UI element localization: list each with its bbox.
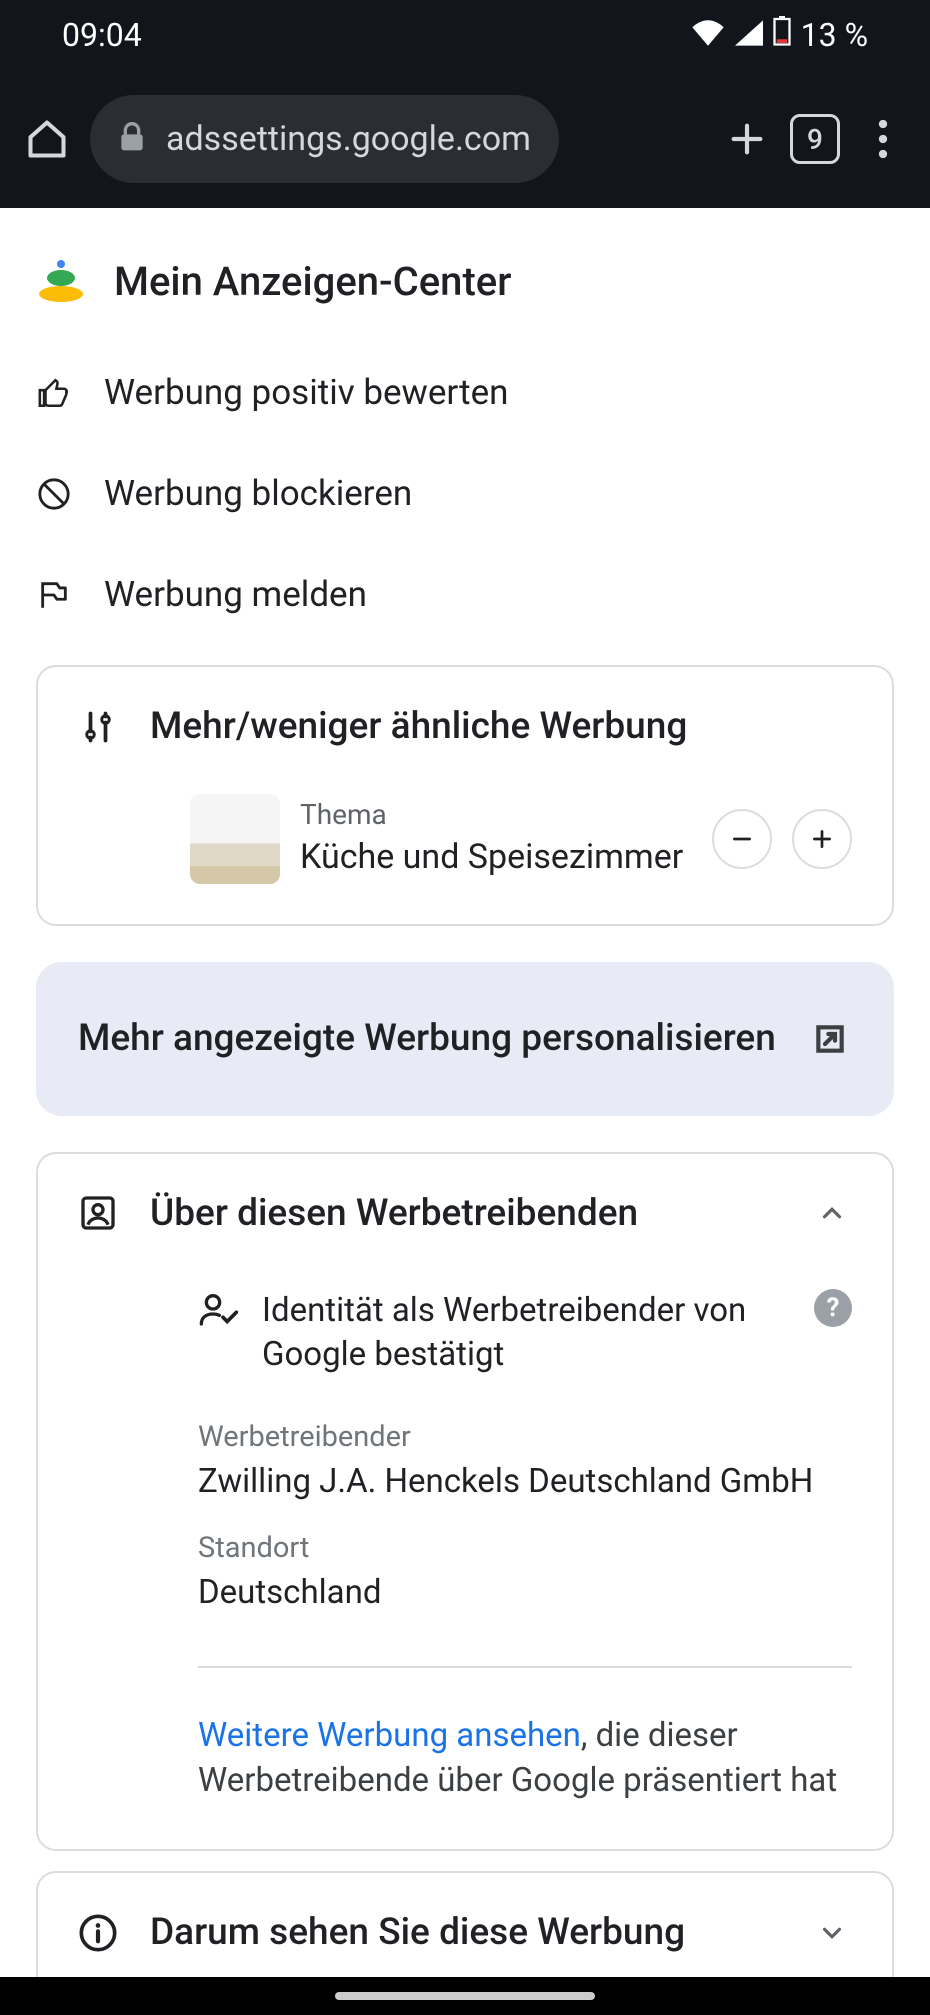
advertiser-kv-block: Werbetreibender Zwilling J.A. Henckels D… bbox=[38, 1408, 892, 1654]
flag-icon bbox=[36, 577, 72, 613]
topic-thumbnail bbox=[190, 794, 280, 884]
location-label: Standort bbox=[198, 1531, 852, 1565]
location-value: Deutschland bbox=[198, 1573, 852, 1612]
advertiser-card: Über diesen Werbetreibenden Identität al… bbox=[36, 1152, 894, 1851]
why-header[interactable]: Darum sehen Sie diese Werbung bbox=[38, 1873, 892, 1992]
advertiser-value: Zwilling J.A. Henckels Deutschland GmbH bbox=[198, 1462, 852, 1501]
action-block-label: Werbung blockieren bbox=[104, 473, 412, 514]
signal-icon bbox=[735, 16, 763, 54]
similar-ads-title: Mehr/weniger ähnliche Werbung bbox=[150, 705, 852, 748]
wifi-icon bbox=[691, 16, 725, 54]
action-report-label: Werbung melden bbox=[104, 574, 367, 615]
new-tab-button[interactable] bbox=[722, 114, 772, 164]
url-text: adssettings.google.com bbox=[166, 119, 531, 159]
topic-label: Thema bbox=[300, 798, 692, 831]
status-time: 09:04 bbox=[62, 16, 142, 54]
identity-text: Identität als Werbetreibender von Google… bbox=[262, 1289, 790, 1378]
browser-bar: adssettings.google.com 9 bbox=[0, 70, 930, 208]
page-header: Mein Anzeigen-Center bbox=[0, 208, 930, 342]
action-like[interactable]: Werbung positiv bewerten bbox=[0, 342, 930, 443]
why-card: Darum sehen Sie diese Werbung bbox=[36, 1871, 894, 1994]
advertiser-label: Werbetreibender bbox=[198, 1420, 852, 1454]
block-icon bbox=[36, 476, 72, 512]
chevron-down-icon bbox=[812, 1913, 852, 1953]
ads-center-logo-icon bbox=[36, 256, 86, 306]
info-icon bbox=[78, 1913, 118, 1953]
open-external-icon bbox=[808, 1017, 852, 1061]
advertiser-header[interactable]: Über diesen Werbetreibenden bbox=[38, 1154, 892, 1273]
help-icon[interactable]: ? bbox=[814, 1289, 852, 1327]
page-title: Mein Anzeigen-Center bbox=[114, 258, 511, 305]
tab-switcher[interactable]: 9 bbox=[790, 114, 840, 164]
battery-icon bbox=[773, 16, 791, 54]
home-button[interactable] bbox=[22, 114, 72, 164]
topic-value: Küche und Speisezimmer bbox=[300, 835, 692, 879]
less-button[interactable] bbox=[712, 809, 772, 869]
person-badge-icon bbox=[78, 1193, 118, 1233]
action-like-label: Werbung positiv bewerten bbox=[104, 372, 508, 413]
more-button[interactable] bbox=[792, 809, 852, 869]
similar-ads-card: Mehr/weniger ähnliche Werbung Thema Küch… bbox=[36, 665, 894, 926]
action-block[interactable]: Werbung blockieren bbox=[0, 443, 930, 544]
chevron-up-icon bbox=[812, 1193, 852, 1233]
page-content: Mein Anzeigen-Center Werbung positiv bew… bbox=[0, 208, 930, 1994]
nav-pill[interactable] bbox=[335, 1992, 595, 2000]
topic-row: Thema Küche und Speisezimmer bbox=[38, 786, 892, 924]
why-title: Darum sehen Sie diese Werbung bbox=[150, 1911, 780, 1954]
verified-person-icon bbox=[198, 1289, 238, 1329]
thumbs-up-icon bbox=[36, 375, 72, 411]
status-right: 13 % bbox=[691, 16, 868, 54]
url-bar[interactable]: adssettings.google.com bbox=[90, 95, 559, 183]
personalize-card[interactable]: Mehr angezeigte Werbung personalisieren bbox=[36, 962, 894, 1116]
lock-icon bbox=[118, 121, 146, 157]
system-nav-bar bbox=[0, 1977, 930, 2015]
advertiser-title: Über diesen Werbetreibenden bbox=[150, 1192, 780, 1235]
battery-pct: 13 % bbox=[801, 16, 868, 54]
personalize-text: Mehr angezeigte Werbung personalisieren bbox=[78, 1014, 788, 1064]
sliders-icon bbox=[78, 707, 118, 747]
action-report[interactable]: Werbung melden bbox=[0, 544, 930, 645]
more-ads-text: Weitere Werbung ansehen, die dieser Werb… bbox=[38, 1668, 892, 1849]
overflow-menu-button[interactable] bbox=[858, 114, 908, 164]
status-bar: 09:04 13 % bbox=[0, 0, 930, 70]
identity-row: Identität als Werbetreibender von Google… bbox=[38, 1273, 892, 1408]
more-ads-link[interactable]: Weitere Werbung ansehen bbox=[198, 1716, 581, 1755]
similar-ads-header: Mehr/weniger ähnliche Werbung bbox=[38, 667, 892, 786]
